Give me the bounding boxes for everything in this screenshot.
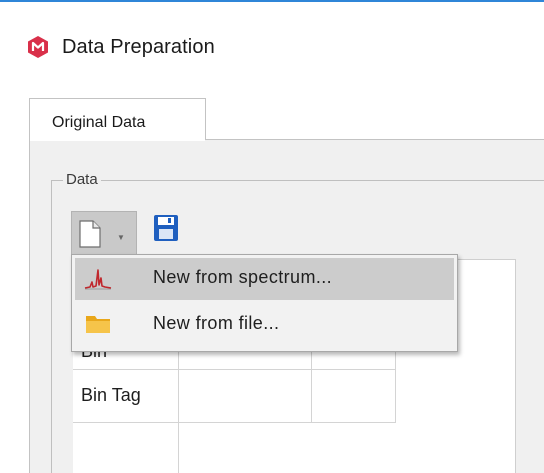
- spectrum-icon: [84, 269, 112, 290]
- new-dropdown-button[interactable]: ▼: [71, 211, 137, 257]
- menu-item-new-from-spectrum[interactable]: New from spectrum...: [75, 258, 454, 300]
- grid-row-label-bin-tag: Bin Tag: [81, 385, 141, 405]
- new-dropdown-menu: New from spectrum... New from file...: [71, 254, 458, 352]
- chevron-down-icon: ▼: [117, 233, 125, 242]
- title-bar: Data Preparation: [0, 2, 544, 90]
- app-logo-icon: [28, 36, 48, 58]
- window-title: Data Preparation: [62, 36, 215, 58]
- save-disk-icon[interactable]: [153, 214, 179, 242]
- folder-icon: [86, 316, 110, 333]
- menu-item-label: New from spectrum...: [153, 267, 333, 287]
- new-document-icon: [79, 220, 101, 248]
- menu-item-new-from-file[interactable]: New from file...: [75, 304, 454, 346]
- tab-original-data[interactable]: Original Data: [29, 98, 206, 140]
- data-group-title: Data: [63, 171, 101, 188]
- menu-item-label: New from file...: [153, 313, 280, 333]
